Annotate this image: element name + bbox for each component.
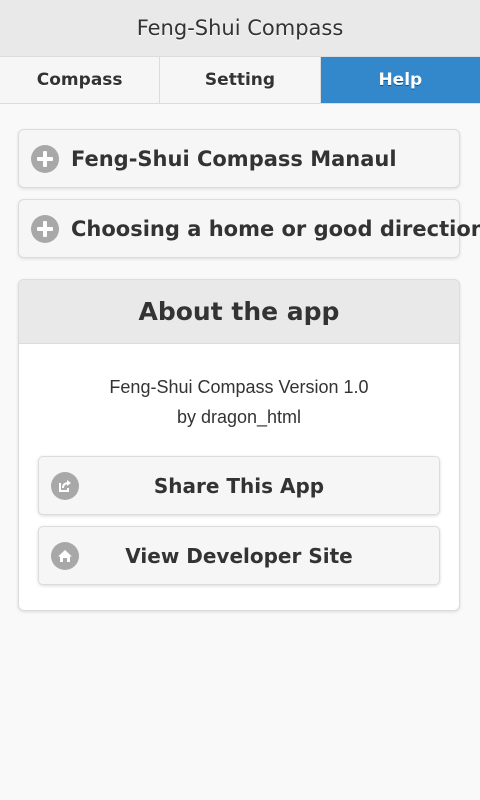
app-title: Feng-Shui Compass	[136, 16, 344, 40]
version-text: Feng-Shui Compass Version 1.0	[109, 377, 369, 397]
collapsible-choosing-direction-label: Choosing a home or good direction.	[71, 216, 480, 241]
tab-bar: Compass Setting Help	[0, 57, 480, 104]
share-icon	[51, 472, 79, 500]
help-content: Feng-Shui Compass Manaul Choosing a home…	[0, 104, 480, 611]
about-header: About the app	[19, 280, 459, 344]
home-icon	[51, 542, 79, 570]
collapsible-manual[interactable]: Feng-Shui Compass Manaul	[18, 129, 460, 188]
share-app-label: Share This App	[153, 473, 325, 498]
author-text: by dragon_html	[176, 407, 302, 427]
tab-compass[interactable]: Compass	[0, 57, 161, 103]
app-header: Feng-Shui Compass	[0, 0, 480, 57]
about-body: Feng-Shui Compass Version 1.0 by dragon_…	[19, 344, 459, 610]
view-developer-site-label: View Developer Site	[125, 543, 353, 568]
plus-icon	[31, 214, 59, 243]
tab-help[interactable]: Help	[320, 57, 480, 103]
about-info: Feng-Shui Compass Version 1.0 by dragon_…	[38, 372, 440, 432]
collapsible-manual-label: Feng-Shui Compass Manaul	[71, 146, 397, 171]
collapsible-choosing-direction[interactable]: Choosing a home or good direction.	[18, 199, 480, 258]
about-title: About the app	[138, 297, 340, 326]
view-developer-site-button[interactable]: View Developer Site	[38, 526, 440, 585]
plus-icon	[31, 144, 59, 173]
about-panel: About the app Feng-Shui Compass Version …	[18, 279, 460, 611]
tab-setting[interactable]: Setting	[160, 57, 321, 103]
share-app-button[interactable]: Share This App	[38, 456, 440, 515]
